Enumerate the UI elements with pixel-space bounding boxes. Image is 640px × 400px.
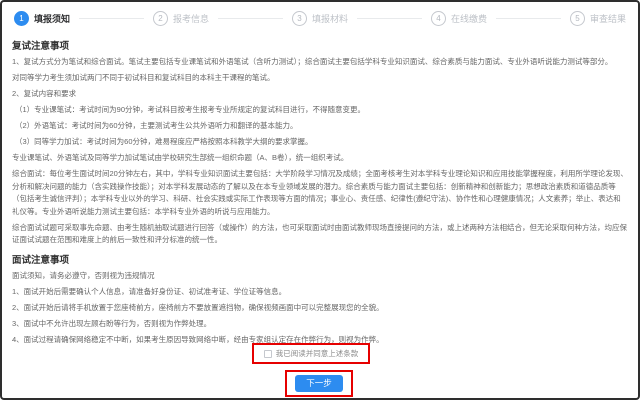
step-5-label: 审查结果 <box>590 12 626 25</box>
agreement-checkbox[interactable] <box>264 350 272 358</box>
stepper-step-4-online-payment[interactable]: 4 在线缴费 <box>431 11 487 26</box>
stepper-step-5-review-result[interactable]: 5 审查结果 <box>570 11 626 26</box>
step-2-circle: 2 <box>153 11 168 26</box>
paragraph: 2、复试内容和要求 <box>12 88 628 101</box>
step-3-circle: 3 <box>292 11 307 26</box>
agreement-label[interactable]: 我已阅读并同意上述条款 <box>276 348 359 359</box>
paragraph: 2、面试开始后请将手机放置于您座椅前方，座椅前方不要放置遮挡物，确保视频画面中可… <box>12 302 628 315</box>
paragraph: 1、面试开始后需要确认个人信息，请准备好身份证、初试准考证、学位证等信息。 <box>12 286 628 299</box>
wizard-stepper: 1 填报须知 2 报考信息 3 填报材料 4 在线缴费 5 审查结果 <box>2 2 638 33</box>
step-4-label: 在线缴费 <box>451 12 487 25</box>
paragraph: 1、复试方式分为笔试和综合面试。笔试主要包括专业课笔试和外语笔试（含听力测试）；… <box>12 56 628 69</box>
step-3-label: 填报材料 <box>312 12 348 25</box>
step-4-circle: 4 <box>431 11 446 26</box>
next-button-highlight-box: 下一步 <box>285 370 353 397</box>
retest-notes-title: 复试注意事项 <box>12 38 628 52</box>
interview-notes-title: 面试注意事项 <box>12 252 628 266</box>
paragraph: 对同等学力考生须加试两门不同于初试科目和复试科目的本科主干课程的笔试。 <box>12 72 628 85</box>
step-2-label: 报考信息 <box>173 12 209 25</box>
paragraph: 专业课笔试、外语笔试及同等学力加试笔试由学校研究生部统一组织命题（A、B卷），统… <box>12 152 628 165</box>
application-notice-page: 1 填报须知 2 报考信息 3 填报材料 4 在线缴费 5 审查结果 复试注意事… <box>0 0 640 400</box>
step-1-label: 填报须知 <box>34 12 70 25</box>
step-connector <box>357 18 422 19</box>
step-connector <box>218 18 283 19</box>
step-connector <box>79 18 144 19</box>
paragraph: （2）外语笔试：考试时间为60分钟，主要测试考生公共外语听力和翻译的基本能力。 <box>12 120 628 133</box>
paragraph: 3、面试中不允许出现左顾右盼等行为，否则视为作弊处理。 <box>12 318 628 331</box>
paragraph: 面试须知，请务必遵守，否则视为违规情况 <box>12 270 628 283</box>
paragraph: （1）专业课笔试：考试时间为90分钟，考试科目按考生报考专业所规定的复试科目进行… <box>12 104 628 117</box>
step-connector <box>496 18 561 19</box>
paragraph: 综合面试试题可采取事先命题、由考生随机抽取试题进行回答（或操作）的方法，也可采取… <box>12 222 628 247</box>
next-step-button[interactable]: 下一步 <box>295 375 343 392</box>
step-5-circle: 5 <box>570 11 585 26</box>
paragraph: 综合面试：每位考生面试时间20分钟左右，其中，学科专业知识面试主要包括：大学阶段… <box>12 168 628 218</box>
paragraph: （3）同等学力加试：考试时间为60分钟，难易程度应严格按照本科教学大纲的要求掌握… <box>12 136 628 149</box>
step-1-circle: 1 <box>14 11 29 26</box>
agreement-highlight-box: 我已阅读并同意上述条款 <box>252 343 370 364</box>
stepper-step-2-application-info[interactable]: 2 报考信息 <box>153 11 209 26</box>
notice-content: 复试注意事项 1、复试方式分为笔试和综合面试。笔试主要包括专业课笔试和外语笔试（… <box>2 38 638 346</box>
stepper-step-3-materials[interactable]: 3 填报材料 <box>292 11 348 26</box>
stepper-step-1-notice[interactable]: 1 填报须知 <box>14 11 70 26</box>
